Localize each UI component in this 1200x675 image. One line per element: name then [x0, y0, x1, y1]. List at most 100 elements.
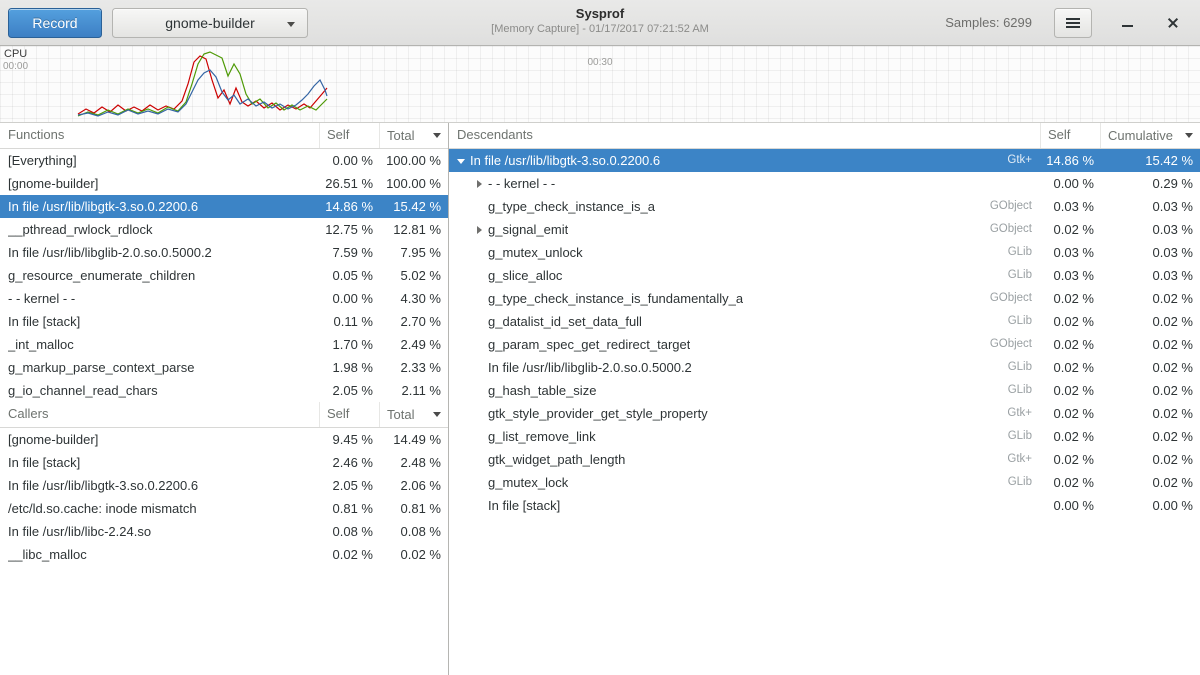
table-row[interactable]: - - kernel - -0.00 %4.30 % — [0, 287, 448, 310]
table-row[interactable]: In file [stack]2.46 %2.48 % — [0, 451, 448, 474]
column-header-total[interactable]: Total — [380, 402, 448, 427]
symbol-name: g_type_check_instance_is_fundamentally_a — [488, 287, 743, 310]
total-percent: 7.95 % — [380, 241, 448, 264]
row-name-cell: g_mutex_unlockGLib — [449, 241, 1041, 264]
self-percent: 0.02 % — [320, 543, 380, 566]
right-pane: Descendants Self Cumulative In file /usr… — [449, 123, 1200, 675]
symbol-name: In file /usr/lib/libgtk-3.so.0.2200.6 — [8, 195, 198, 218]
library-badge: GLib — [998, 310, 1041, 333]
row-name-cell: g_mutex_lockGLib — [449, 471, 1041, 494]
table-row[interactable]: [gnome-builder]9.45 %14.49 % — [0, 428, 448, 451]
total-percent: 12.81 % — [380, 218, 448, 241]
table-row[interactable]: In file /usr/lib/libgtk-3.so.0.2200.6 14.… — [0, 195, 448, 218]
table-row[interactable]: In file [stack]0.00 %0.00 % — [449, 494, 1200, 517]
column-header-total[interactable]: Total — [380, 123, 448, 148]
column-header-cumulative[interactable]: Cumulative — [1101, 123, 1200, 148]
table-row[interactable]: g_resource_enumerate_children0.05 %5.02 … — [0, 264, 448, 287]
table-row[interactable]: - - kernel - -0.00 %0.29 % — [449, 172, 1200, 195]
symbol-name: g_mutex_lock — [488, 471, 568, 494]
table-row[interactable]: g_type_check_instance_is_fundamentally_a… — [449, 287, 1200, 310]
column-header-callers[interactable]: Callers — [0, 402, 320, 427]
table-row[interactable]: g_slice_allocGLib0.03 %0.03 % — [449, 264, 1200, 287]
table-row[interactable]: /etc/ld.so.cache: inode mismatch0.81 %0.… — [0, 497, 448, 520]
target-selector[interactable]: gnome-builder — [112, 8, 308, 38]
row-name-cell: g_signal_emit GObject — [449, 218, 1041, 241]
minimize-button[interactable] — [1118, 14, 1136, 32]
table-row[interactable]: g_markup_parse_context_parse1.98 %2.33 % — [0, 356, 448, 379]
symbol-name: g_datalist_id_set_data_full — [488, 310, 642, 333]
table-row[interactable]: g_io_channel_read_chars2.05 %2.11 % — [0, 379, 448, 402]
symbol-name: g_signal_emit — [488, 218, 568, 241]
row-name-cell: g_slice_allocGLib — [449, 264, 1041, 287]
table-row[interactable]: In file /usr/lib/libgtk-3.so.0.2200.62.0… — [0, 474, 448, 497]
row-name-cell: g_datalist_id_set_data_full GLib — [449, 310, 1041, 333]
self-percent: 0.11 % — [320, 310, 380, 333]
expander-spacer — [471, 244, 488, 261]
table-row[interactable]: __pthread_rwlock_rdlock12.75 %12.81 % — [0, 218, 448, 241]
symbol-name: g_type_check_instance_is_a — [488, 195, 655, 218]
table-row[interactable]: In file /usr/lib/libglib-2.0.so.0.5000.2… — [449, 356, 1200, 379]
table-row[interactable]: [gnome-builder]26.51 %100.00 % — [0, 172, 448, 195]
row-name-cell: In file [stack] — [0, 451, 320, 474]
self-percent: 0.02 % — [1041, 356, 1101, 379]
column-header-descendants[interactable]: Descendants — [449, 123, 1041, 148]
row-name-cell: g_type_check_instance_is_fundamentally_a… — [449, 287, 1041, 310]
row-name-cell: gtk_widget_path_lengthGtk+ — [449, 448, 1041, 471]
table-row[interactable]: g_type_check_instance_is_aGObject0.03 %0… — [449, 195, 1200, 218]
table-row[interactable]: In file [stack]0.11 %2.70 % — [0, 310, 448, 333]
symbol-name: g_slice_alloc — [488, 264, 562, 287]
table-row[interactable]: g_list_remove_linkGLib0.02 %0.02 % — [449, 425, 1200, 448]
table-row[interactable]: gtk_style_provider_get_style_propertyGtk… — [449, 402, 1200, 425]
callers-table: [gnome-builder]9.45 %14.49 %In file [sta… — [0, 428, 448, 566]
row-name-cell: - - kernel - - — [449, 172, 1041, 195]
row-collapse-icon[interactable] — [453, 152, 470, 169]
row-name-cell: _int_malloc — [0, 333, 320, 356]
library-badge: GObject — [980, 195, 1041, 218]
library-badge: GObject — [980, 218, 1041, 241]
table-row[interactable]: g_mutex_lockGLib0.02 %0.02 % — [449, 471, 1200, 494]
symbol-name: g_markup_parse_context_parse — [8, 356, 194, 379]
table-row[interactable]: __libc_malloc0.02 %0.02 % — [0, 543, 448, 566]
table-row[interactable]: In file /usr/lib/libglib-2.0.so.0.5000.2… — [0, 241, 448, 264]
column-header-self[interactable]: Self — [1041, 123, 1101, 148]
expander-spacer — [471, 336, 488, 353]
row-expand-icon[interactable] — [471, 175, 488, 192]
library-badge: GLib — [998, 356, 1041, 379]
table-row[interactable]: _int_malloc1.70 %2.49 % — [0, 333, 448, 356]
cumulative-percent: 0.02 % — [1101, 402, 1200, 425]
table-row[interactable]: [Everything]0.00 %100.00 % — [0, 149, 448, 172]
total-percent: 5.02 % — [380, 264, 448, 287]
sort-indicator-icon — [433, 412, 441, 417]
table-row[interactable]: In file /usr/lib/libgtk-3.so.0.2200.6Gtk… — [449, 149, 1200, 172]
row-name-cell: g_type_check_instance_is_a GObject — [449, 195, 1041, 218]
symbol-name: In file /usr/lib/libgtk-3.so.0.2200.6 — [470, 149, 660, 172]
self-percent: 12.75 % — [320, 218, 380, 241]
table-row[interactable]: g_hash_table_sizeGLib0.02 %0.02 % — [449, 379, 1200, 402]
table-row[interactable]: In file /usr/lib/libc-2.24.so0.08 %0.08 … — [0, 520, 448, 543]
self-percent: 0.03 % — [1041, 264, 1101, 287]
column-header-self[interactable]: Self — [320, 123, 380, 148]
column-header-functions[interactable]: Functions — [0, 123, 320, 148]
column-header-self[interactable]: Self — [320, 402, 380, 427]
column-header-total-label: Total — [387, 124, 414, 148]
cumulative-percent: 15.42 % — [1101, 149, 1200, 172]
functions-table-header: Functions Self Total — [0, 123, 448, 149]
symbol-name: __libc_malloc — [8, 543, 87, 566]
table-row[interactable]: g_datalist_id_set_data_fullGLib0.02 %0.0… — [449, 310, 1200, 333]
cpu-graph[interactable]: CPU 00:00 00:30 — [0, 46, 1200, 123]
sort-indicator-icon — [433, 133, 441, 138]
table-row[interactable]: g_signal_emitGObject0.02 %0.03 % — [449, 218, 1200, 241]
total-percent: 2.49 % — [380, 333, 448, 356]
row-expand-icon[interactable] — [471, 221, 488, 238]
self-percent: 14.86 % — [320, 195, 380, 218]
table-row[interactable]: g_mutex_unlockGLib0.03 %0.03 % — [449, 241, 1200, 264]
table-row[interactable]: g_param_spec_get_redirect_targetGObject0… — [449, 333, 1200, 356]
menu-button[interactable] — [1054, 8, 1092, 38]
row-name-cell: [gnome-builder] — [0, 428, 320, 451]
total-percent: 100.00 % — [380, 172, 448, 195]
cumulative-percent: 0.02 % — [1101, 379, 1200, 402]
table-row[interactable]: gtk_widget_path_lengthGtk+0.02 %0.02 % — [449, 448, 1200, 471]
library-badge: Gtk+ — [997, 402, 1041, 425]
record-button[interactable]: Record — [8, 8, 102, 38]
close-button[interactable] — [1164, 14, 1182, 32]
